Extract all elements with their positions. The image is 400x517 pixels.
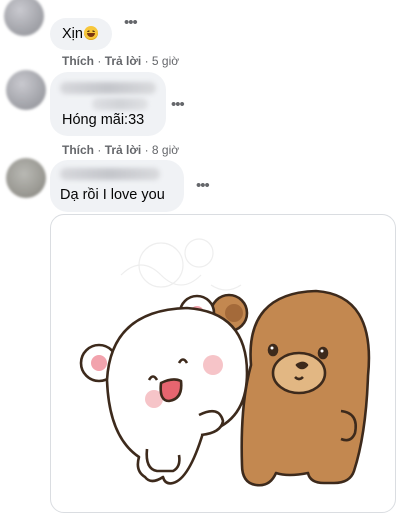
hugging-bears-sticker-icon	[79, 238, 371, 487]
separator: ·	[97, 143, 102, 157]
comment-bubble: Hóng mãi:33	[50, 72, 166, 136]
grinning-squinting-emoji-icon	[83, 26, 98, 40]
separator: ·	[97, 54, 102, 68]
reply-link[interactable]: Trả lời	[105, 54, 142, 68]
avatar[interactable]	[4, 0, 44, 36]
timestamp[interactable]: 8 giờ	[152, 143, 179, 157]
comment-text: Dạ rồi I love you	[60, 187, 165, 203]
separator: ·	[144, 54, 149, 68]
more-options-icon[interactable]: •••	[171, 97, 185, 112]
more-options-icon[interactable]: •••	[196, 178, 210, 193]
comment-actions: Thích · Trả lời · 5 giờ	[62, 54, 179, 68]
comment-text: Xịn	[62, 25, 98, 43]
like-link[interactable]: Thích	[62, 54, 94, 68]
author-name	[92, 98, 148, 110]
sticker-attachment[interactable]	[50, 214, 396, 513]
comment-text: Hóng mãi:33	[62, 112, 145, 128]
avatar[interactable]	[6, 70, 46, 110]
author-name[interactable]	[60, 168, 160, 180]
like-link[interactable]: Thích	[62, 143, 94, 157]
separator: ·	[144, 143, 149, 157]
comment-bubble: Xịn	[50, 18, 112, 50]
author-name[interactable]	[60, 82, 156, 94]
timestamp[interactable]: 5 giờ	[152, 54, 179, 68]
comment-actions: Thích · Trả lời · 8 giờ	[62, 143, 179, 157]
comment-bubble: Dạ rồi I love you	[50, 160, 184, 212]
more-options-icon[interactable]: •••	[124, 15, 138, 30]
reply-link[interactable]: Trả lời	[105, 143, 142, 157]
avatar[interactable]	[6, 158, 46, 198]
